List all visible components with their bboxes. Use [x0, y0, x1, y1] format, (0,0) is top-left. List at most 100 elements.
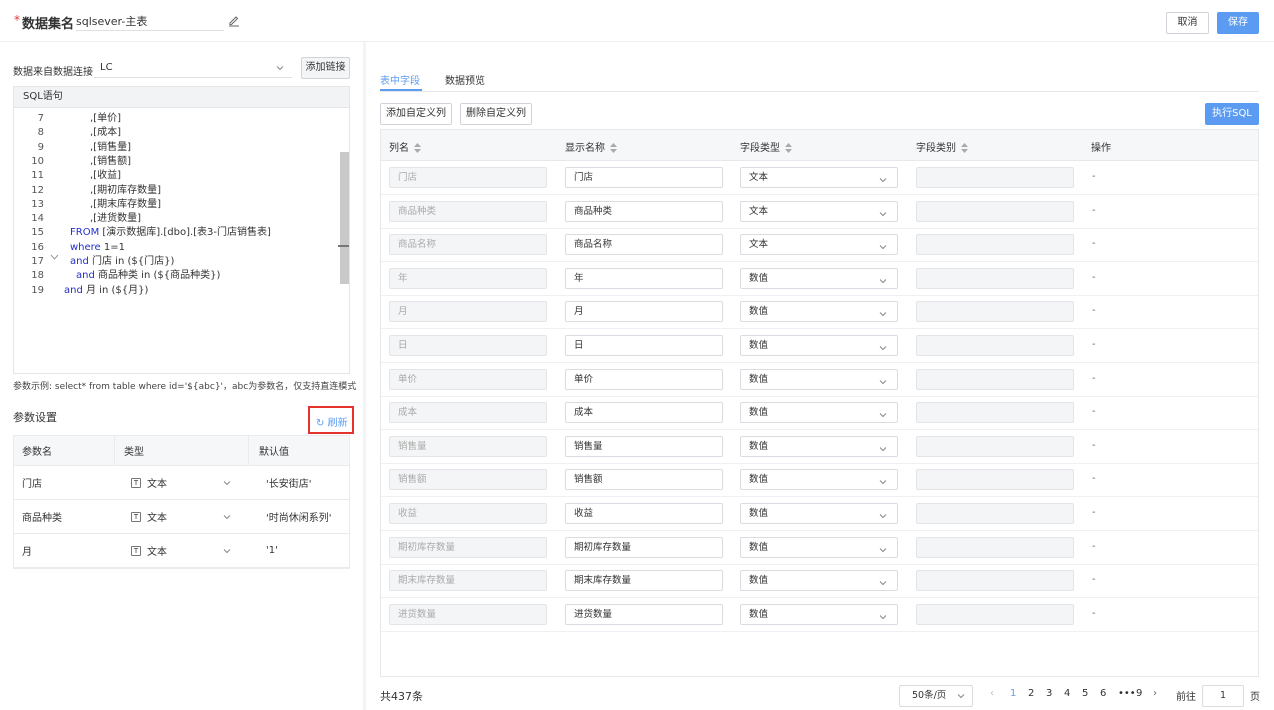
- field-type-select[interactable]: 数值: [740, 469, 898, 491]
- field-category-select[interactable]: [916, 536, 1074, 558]
- next-page-icon[interactable]: ›: [1153, 688, 1157, 699]
- display-name-input[interactable]: 日: [565, 335, 723, 356]
- page-number[interactable]: 3: [1046, 688, 1052, 699]
- display-name-input[interactable]: 年: [565, 267, 723, 289]
- field-category-select[interactable]: [916, 167, 1074, 188]
- field-category-select[interactable]: [916, 570, 1074, 592]
- field-type-select[interactable]: 数值: [740, 435, 898, 457]
- page-number[interactable]: 2: [1028, 688, 1034, 699]
- field-category-select[interactable]: [916, 402, 1074, 424]
- line-number: 13: [31, 198, 44, 210]
- run-sql-button[interactable]: 执行SQL: [1205, 103, 1259, 125]
- field-category-select[interactable]: [916, 469, 1074, 491]
- page-size-select[interactable]: 50条/页: [899, 685, 973, 707]
- add-link-button[interactable]: 添加链接: [301, 57, 350, 79]
- dataset-name-input[interactable]: sqlsever-主表: [76, 13, 224, 31]
- param-type-select[interactable]: T 文本: [131, 466, 235, 499]
- field-type-select[interactable]: 文本: [740, 234, 898, 256]
- display-name-input[interactable]: 成本: [565, 402, 723, 424]
- param-default[interactable]: '1': [266, 534, 278, 567]
- sql-editor[interactable]: 7 ,[单价] 8 ,[成本] 9 ,[销售量] 10 ,[销售额] 11 ,[收益] 12 ,[期初…: [13, 108, 350, 374]
- field-category-select[interactable]: [916, 335, 1074, 356]
- display-name-input[interactable]: 期末库存数量: [565, 570, 723, 592]
- chevron-down-icon: [879, 609, 887, 628]
- operation-cell: -: [1092, 439, 1096, 451]
- field-type-select[interactable]: 数值: [740, 536, 898, 558]
- code-text: ,[进货数量]: [90, 213, 141, 225]
- field-type-select[interactable]: 数值: [740, 603, 898, 628]
- chevron-down-icon: [223, 547, 231, 558]
- code-line: ,[收益]: [90, 169, 121, 183]
- refresh-icon: ↻: [316, 418, 325, 429]
- field-category-select[interactable]: [916, 200, 1074, 222]
- param-type-select[interactable]: T 文本: [131, 500, 235, 533]
- page-number[interactable]: 4: [1064, 688, 1070, 699]
- field-type-select[interactable]: 文本: [740, 200, 898, 222]
- delete-custom-column-button[interactable]: 删除自定义列: [460, 103, 532, 125]
- field-category-select[interactable]: [916, 234, 1074, 256]
- code-text: ,[销售量]: [90, 141, 131, 153]
- tab-data-preview[interactable]: 数据预览: [445, 72, 485, 87]
- field-type-select[interactable]: 数值: [740, 503, 898, 524]
- code-text: 月 in (${月}): [82, 284, 149, 296]
- cancel-button[interactable]: 取消: [1166, 12, 1209, 34]
- field-category-select[interactable]: [916, 503, 1074, 524]
- field-category-select[interactable]: [916, 301, 1074, 323]
- param-default[interactable]: '长安街店': [266, 466, 312, 499]
- field-type-select[interactable]: 文本: [740, 167, 898, 188]
- field-category-select[interactable]: [916, 368, 1074, 390]
- table-row: 日日 数值 -: [381, 329, 1258, 363]
- code-text: ,[期末库存数量]: [90, 198, 161, 210]
- page-number[interactable]: 5: [1082, 688, 1088, 699]
- prev-page-icon[interactable]: ‹: [990, 688, 994, 699]
- editor-scrollbar[interactable]: [340, 152, 349, 284]
- display-name-input[interactable]: 商品种类: [565, 200, 723, 222]
- chevron-down-icon: [879, 374, 887, 393]
- line-number: 17: [31, 256, 44, 267]
- line-number: 12: [31, 184, 44, 196]
- code-text: ,[成本]: [90, 127, 121, 139]
- sort-icon[interactable]: [610, 143, 617, 153]
- field-type-select[interactable]: 数值: [740, 402, 898, 424]
- column-header: 字段类别: [916, 139, 968, 154]
- param-default[interactable]: '时尚休闲系列': [266, 500, 332, 533]
- field-type-select[interactable]: 数值: [740, 570, 898, 592]
- display-name-input[interactable]: 月: [565, 301, 723, 323]
- param-type-select[interactable]: T 文本: [131, 534, 235, 567]
- field-category-select[interactable]: [916, 603, 1074, 625]
- sort-icon[interactable]: [785, 143, 792, 153]
- field-type-value: 文本: [749, 172, 769, 183]
- display-name-input[interactable]: 进货数量: [565, 603, 723, 625]
- connection-select[interactable]: LC: [94, 58, 292, 78]
- sort-icon[interactable]: [961, 143, 968, 153]
- display-name-input[interactable]: 门店: [565, 167, 723, 188]
- param-name: 商品种类: [22, 513, 62, 524]
- page-number[interactable]: 1: [1010, 688, 1016, 699]
- operation-cell: -: [1092, 305, 1096, 317]
- field-type-select[interactable]: 数值: [740, 335, 898, 356]
- page-number[interactable]: •••: [1118, 688, 1136, 699]
- display-name-input[interactable]: 期初库存数量: [565, 536, 723, 558]
- add-custom-column-button[interactable]: 添加自定义列: [380, 103, 452, 125]
- fold-chevron-icon[interactable]: [50, 254, 59, 260]
- field-category-select[interactable]: [916, 267, 1074, 289]
- page-number[interactable]: 6: [1100, 688, 1106, 699]
- save-button[interactable]: 保存: [1217, 12, 1259, 34]
- display-name-input[interactable]: 销售额: [565, 469, 723, 491]
- page-number[interactable]: 9: [1136, 688, 1142, 699]
- field-type-select[interactable]: 数值: [740, 301, 898, 323]
- display-name-input[interactable]: 商品名称: [565, 234, 723, 256]
- field-category-select[interactable]: [916, 435, 1074, 457]
- display-name-input[interactable]: 收益: [565, 503, 723, 524]
- table-row: 门店 门店 文本 -: [381, 161, 1258, 195]
- sort-icon[interactable]: [414, 143, 421, 153]
- refresh-button[interactable]: ↻ 刷新: [316, 414, 348, 429]
- display-name-input[interactable]: 销售量: [565, 435, 723, 457]
- field-type-select[interactable]: 数值: [740, 267, 898, 289]
- tab-table-fields[interactable]: 表中字段: [380, 72, 420, 87]
- goto-page-input[interactable]: 1: [1202, 685, 1244, 707]
- field-type-select[interactable]: 数值: [740, 368, 898, 393]
- table-row: 进货数量 进货数量 数值 -: [381, 598, 1258, 632]
- edit-icon[interactable]: [228, 15, 240, 27]
- display-name-input[interactable]: 单价: [565, 368, 723, 390]
